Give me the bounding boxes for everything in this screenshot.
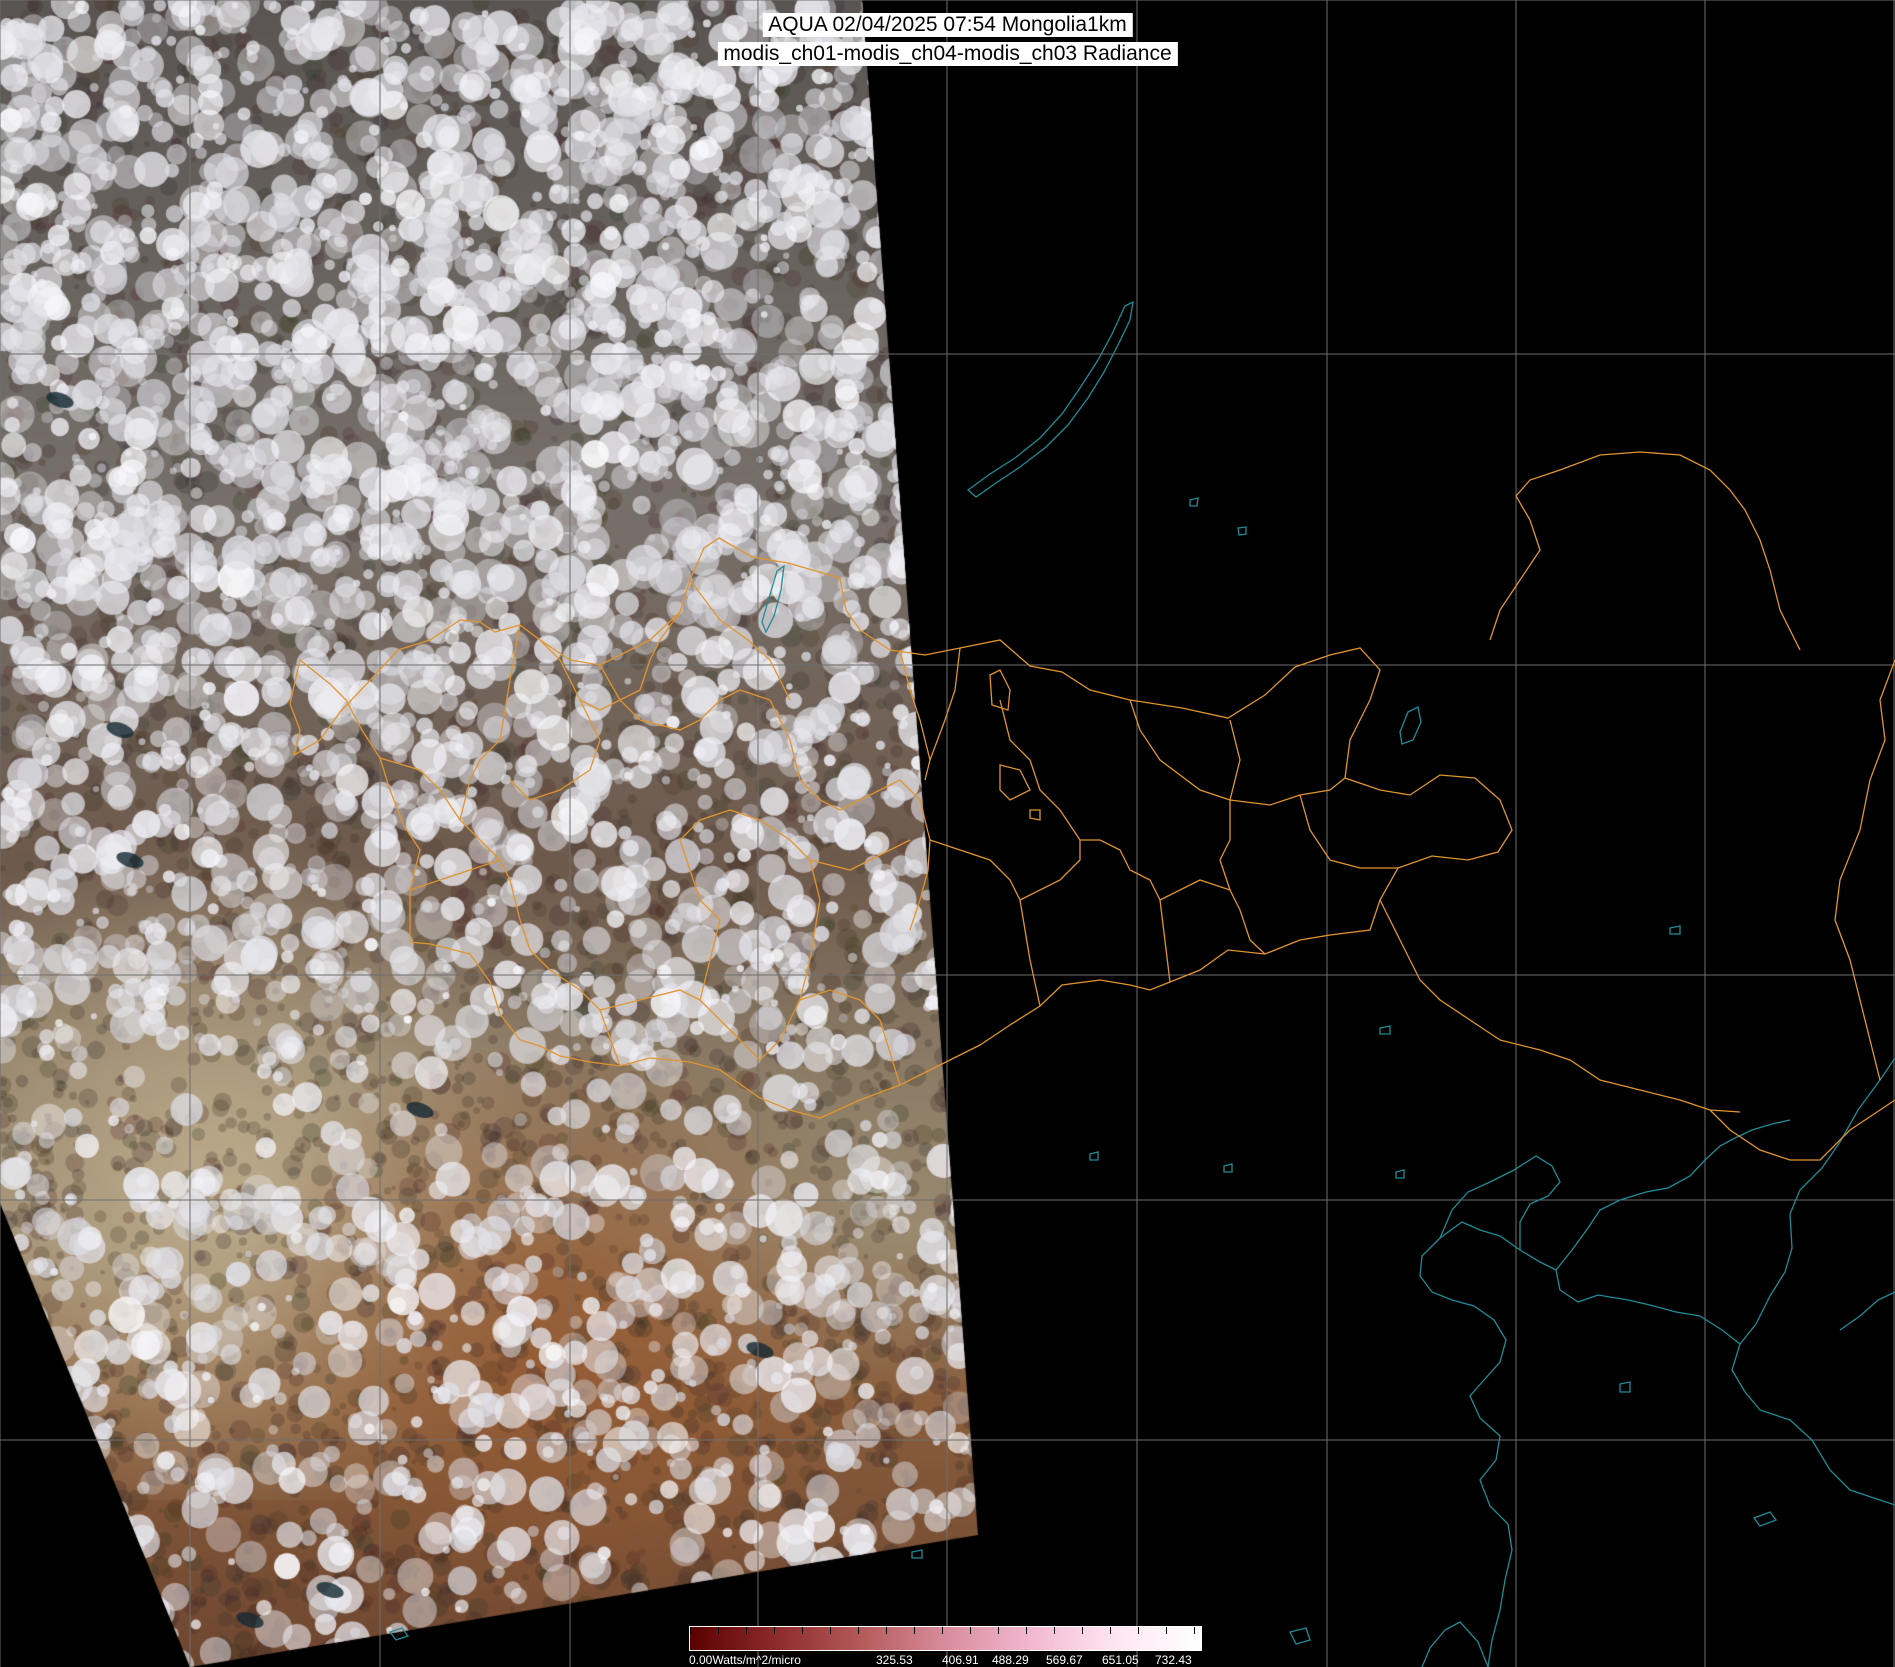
border-line [989,669,1011,711]
coastline-china-korea [1731,1057,1895,1506]
colorbar-tick [858,1627,859,1634]
border-line [1229,719,1241,801]
small-lake [1619,1381,1631,1393]
border-line [409,859,501,891]
coastline-liaodong [1419,1221,1557,1667]
colorbar-unit-label: 0.00Watts/m^2/micro [689,1653,801,1667]
colorbar-tick [914,1627,915,1634]
small-lake [1189,497,1199,507]
border-line [809,839,911,871]
border-line [1834,659,1895,1081]
map-overlay [0,0,1895,1667]
colorbar-tick [802,1627,803,1634]
island-jeju [1752,1511,1778,1527]
border-line [1080,839,1171,983]
colorbar-tick-label: 325.53 [876,1653,913,1667]
border-line [679,809,731,1001]
colorbar-tick [830,1627,831,1634]
colorbar-tick [970,1627,971,1634]
colorbar-tick [774,1627,775,1634]
small-lake [1395,1169,1405,1179]
colorbar-tick [998,1627,999,1634]
border-line [1379,899,1501,1041]
colorbar-tick-label: 732.43 [1155,1653,1192,1667]
coastlines [388,300,1895,1667]
colorbar-tick-label: 569.67 [1046,1653,1083,1667]
colorbar-tick-label: 651.05 [1102,1653,1139,1667]
small-lake [1379,1025,1391,1035]
colorbar: 0.00Watts/m^2/micro 325.53 406.91 488.29… [689,1626,1202,1667]
border-line [459,624,521,821]
border-line [1029,809,1041,821]
small-lake [1089,1151,1099,1161]
colorbar-tick [746,1627,747,1634]
colorbar-tick [1082,1627,1083,1634]
border-line [999,764,1031,801]
border-line [599,989,761,1061]
border-line [1229,777,1346,806]
small-lake [1289,1627,1311,1645]
border-line [509,639,601,801]
colorbar-tick-label: 488.29 [992,1653,1029,1667]
lake-khovsgol-outline [761,564,785,634]
colorbar-tick-label: 406.91 [942,1653,979,1667]
small-lake [911,1549,923,1559]
small-lake [1223,1163,1233,1173]
border-line [1159,879,1266,955]
graticule-grid [0,0,1895,1667]
colorbar-tick [1110,1627,1111,1634]
colorbar-tick [942,1627,943,1634]
border-line [1489,495,1541,641]
small-lake [388,1627,410,1641]
colorbar-tick [1026,1627,1027,1634]
lake-hulun-outline [1399,706,1422,745]
border-line [379,757,461,821]
colorbar-tick [886,1627,887,1634]
border-line [459,819,621,1067]
border-line [689,579,791,701]
border-line [1129,699,1231,891]
border-line [799,989,901,1086]
colorbar-tick [718,1627,719,1634]
small-lake [1237,526,1247,536]
border-line [1299,794,1398,869]
colorbar-tick [1166,1627,1167,1634]
border-line [769,699,901,811]
coastline-south [1421,1621,1489,1667]
border-line [1709,1099,1895,1161]
border-line [1499,1039,1741,1113]
map-subtitle: modis_ch01-modis_ch04-modis_ch03 Radianc… [717,42,1178,66]
colorbar-tick [1054,1627,1055,1634]
border-line [729,809,821,1061]
colorbar-tick [690,1627,691,1634]
coastline-bohai [1555,1119,1791,1345]
colorbar-tick [1194,1627,1195,1634]
small-lake [1669,925,1681,935]
colorbar-tick [1138,1627,1139,1634]
lake-baikal-outline [966,300,1134,498]
border-line [1515,451,1801,651]
border-line [999,699,1081,901]
border-line [899,779,931,931]
border-line [899,649,931,781]
border-line [289,537,1513,1119]
coastline-japan-hint [1839,1291,1895,1331]
map-title: AQUA 02/04/2025 07:54 Mongolia1km [762,13,1133,37]
colorbar-ramp [689,1626,1202,1651]
admin-borders [289,451,1895,1161]
